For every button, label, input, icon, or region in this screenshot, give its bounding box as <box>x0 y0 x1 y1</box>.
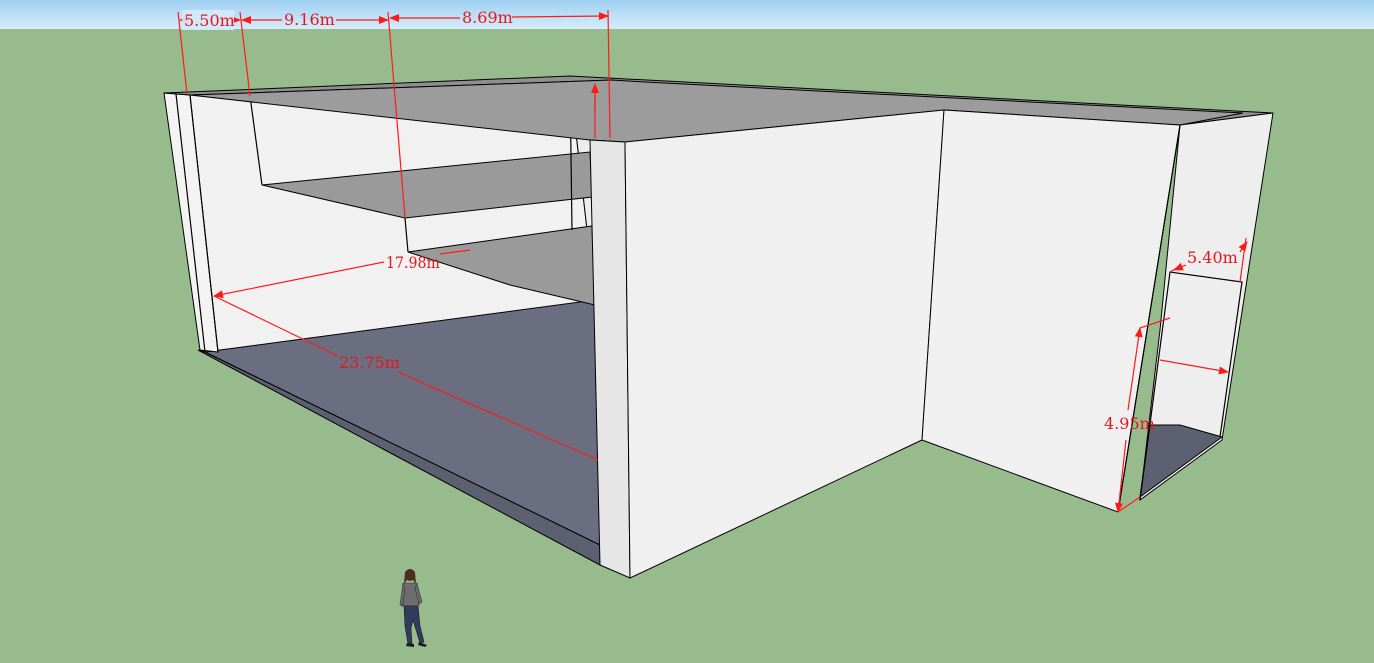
dim-top-3-label[interactable]: 8.69m <box>462 8 513 27</box>
dim-top-1-label[interactable]: 5.50m <box>184 11 235 30</box>
dim-inner-length-label[interactable]: 23.75m <box>339 353 400 372</box>
dim-opening-height-label[interactable]: 4.95m <box>1104 414 1155 433</box>
dim-opening-width-label[interactable]: 5.40m <box>1187 248 1238 267</box>
dim-top-2-label[interactable]: 9.16m <box>284 10 335 29</box>
sketchup-viewport[interactable]: 5.50m 9.16m 8.69m 17.98m 23.75m 5.40m 4.… <box>0 0 1374 663</box>
dim-inner-width-label[interactable]: 17.98m <box>386 253 440 272</box>
